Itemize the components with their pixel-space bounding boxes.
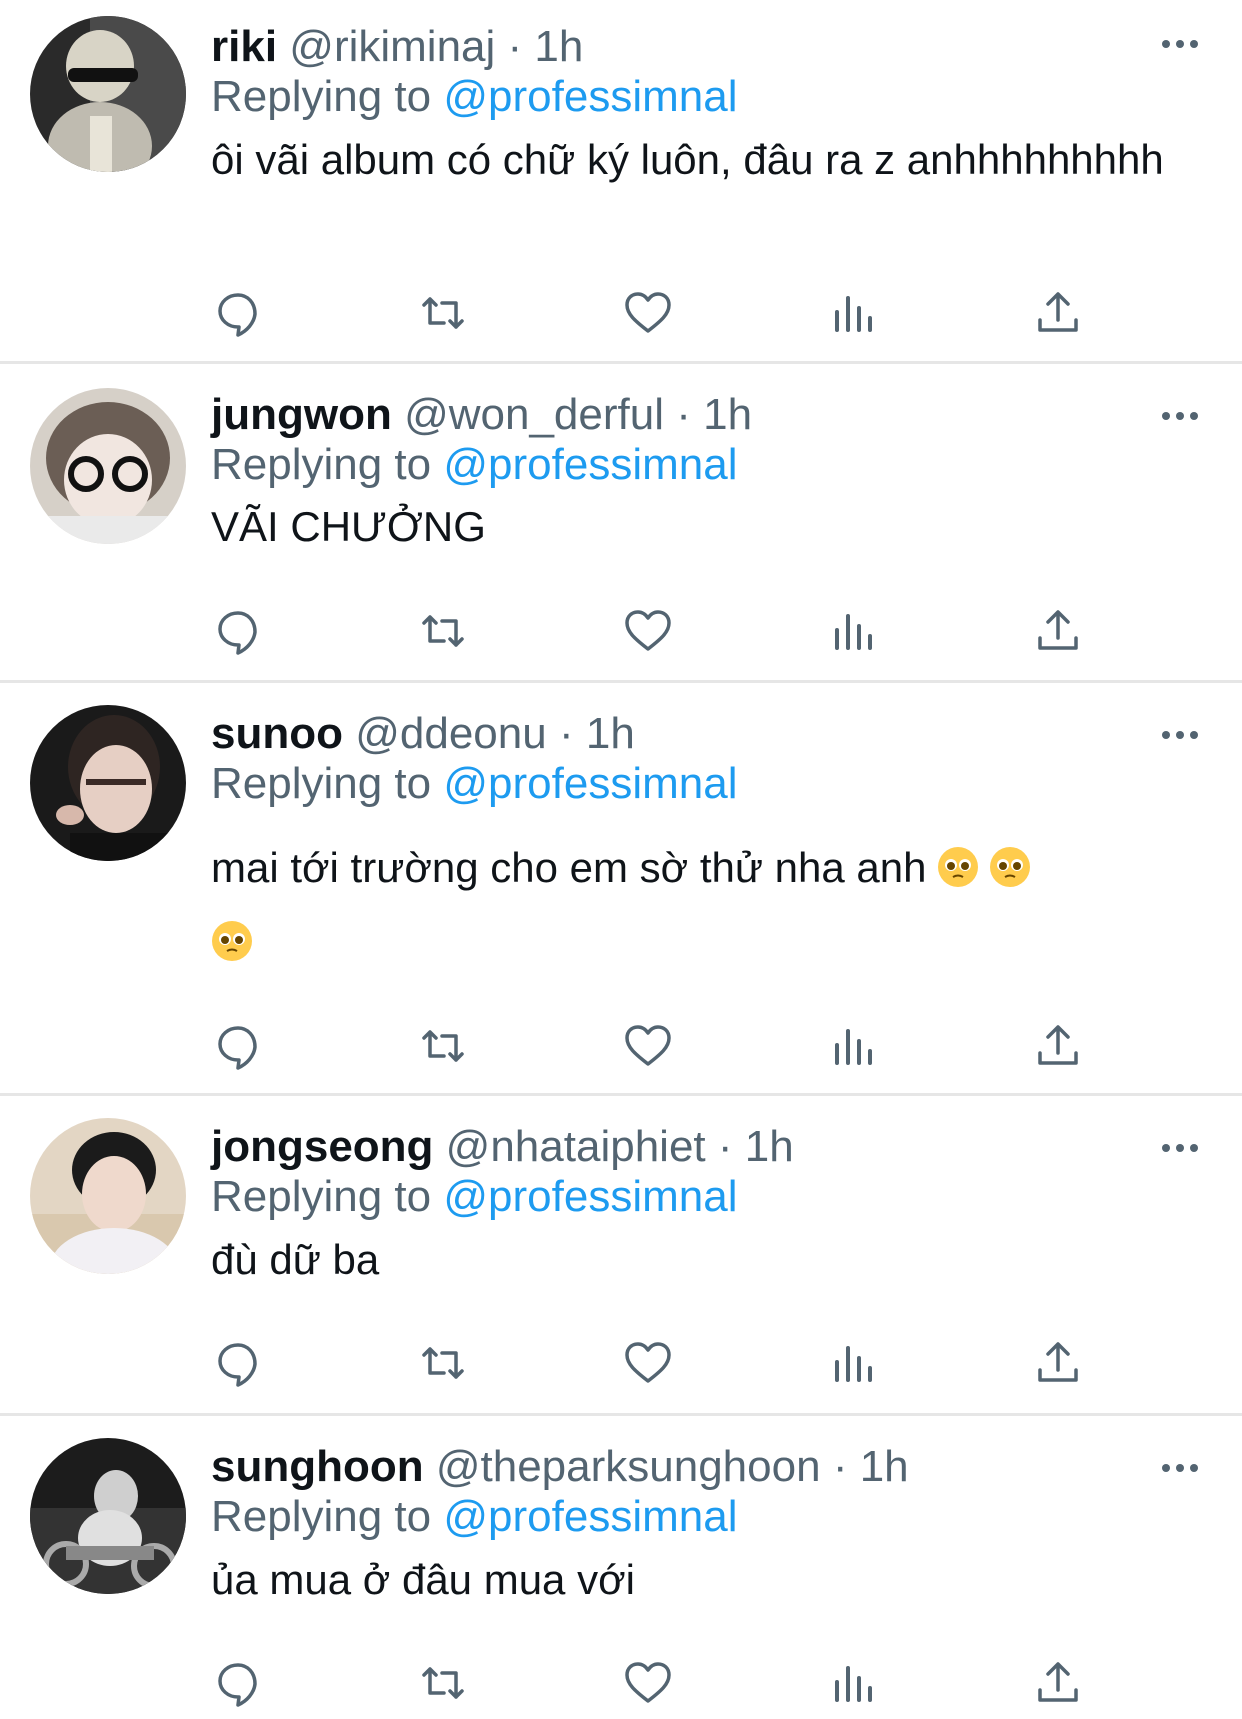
reply-icon[interactable] [213, 1021, 263, 1071]
tweet-actions [210, 1658, 1110, 1708]
retweet-icon[interactable] [418, 288, 468, 338]
share-icon[interactable] [1033, 606, 1083, 656]
reply-icon[interactable] [213, 1338, 263, 1388]
reply-tweet[interactable]: riki @rikiminaj · 1h Replying to @profes… [0, 0, 1242, 360]
pleading-face-emoji [937, 847, 978, 887]
retweet-icon[interactable] [418, 1338, 468, 1388]
mention-link[interactable]: @professimnal [443, 1492, 737, 1541]
retweet-icon[interactable] [418, 1021, 468, 1071]
user-handle[interactable]: @nhataiphiet [446, 1122, 706, 1171]
tweet-actions [210, 1021, 1110, 1071]
replying-to-label: Replying to [211, 1172, 432, 1221]
timestamp[interactable]: 1h [586, 709, 635, 758]
display-name[interactable]: sunghoon [211, 1442, 424, 1491]
tweet-header: riki @rikiminaj · 1h [211, 20, 583, 74]
share-icon[interactable] [1033, 1658, 1083, 1708]
tweet-text: VÃI CHƯỞNG [211, 503, 486, 550]
like-icon[interactable] [623, 1338, 673, 1388]
analytics-icon[interactable] [828, 1658, 878, 1708]
reply-tweet[interactable]: jongseong @nhataiphiet · 1h Replying to … [0, 1096, 1242, 1413]
timestamp[interactable]: 1h [703, 390, 752, 439]
replying-to: Replying to @professimnal [211, 1170, 737, 1224]
avatar[interactable] [30, 388, 186, 544]
reply-tweet[interactable]: jungwon @won_derful · 1h Replying to @pr… [0, 364, 1242, 680]
timestamp[interactable]: 1h [745, 1122, 794, 1171]
user-handle[interactable]: @rikiminaj [289, 22, 495, 71]
tweet-header: sunoo @ddeonu · 1h [211, 707, 635, 761]
separator-dot: · [832, 1442, 848, 1491]
tweet-text: đù dữ ba [211, 1236, 380, 1283]
more-options-icon[interactable] [1160, 725, 1200, 745]
tweet-text: ôi vãi album có chữ ký luôn, đâu ra z an… [211, 136, 1164, 183]
avatar[interactable] [30, 705, 186, 861]
tweet-text: ủa mua ở đâu mua với [211, 1556, 635, 1603]
like-icon[interactable] [623, 1658, 673, 1708]
display-name[interactable]: sunoo [211, 709, 343, 758]
display-name[interactable]: jungwon [211, 390, 392, 439]
replying-to-label: Replying to [211, 759, 432, 808]
replying-to-label: Replying to [211, 72, 432, 121]
replying-to-label: Replying to [211, 440, 432, 489]
pleading-face-emoji [212, 921, 252, 961]
reply-icon[interactable] [213, 606, 263, 656]
display-name[interactable]: riki [211, 22, 277, 71]
replying-to-label: Replying to [211, 1492, 432, 1541]
mention-link[interactable]: @professimnal [443, 440, 737, 489]
more-options-icon[interactable] [1160, 34, 1200, 54]
analytics-icon[interactable] [828, 1021, 878, 1071]
timestamp[interactable]: 1h [534, 22, 583, 71]
timestamp[interactable]: 1h [860, 1442, 909, 1491]
reply-tweet[interactable]: sunoo @ddeonu · 1h Replying to @professi… [0, 683, 1242, 1093]
more-options-icon[interactable] [1160, 1138, 1200, 1158]
separator-dot: · [717, 1122, 733, 1171]
user-handle[interactable]: @won_derful [404, 390, 664, 439]
analytics-icon[interactable] [828, 288, 878, 338]
tweet-actions [210, 1338, 1110, 1388]
mention-link[interactable]: @professimnal [443, 72, 737, 121]
display-name[interactable]: jongseong [211, 1122, 433, 1171]
user-handle[interactable]: @theparksunghoon [436, 1442, 821, 1491]
user-handle[interactable]: @ddeonu [355, 709, 547, 758]
replying-to: Replying to @professimnal [211, 757, 737, 811]
replying-to: Replying to @professimnal [211, 70, 737, 124]
mention-link[interactable]: @professimnal [443, 1172, 737, 1221]
analytics-icon[interactable] [828, 606, 878, 656]
more-options-icon[interactable] [1160, 1458, 1200, 1478]
pleading-face-emoji [989, 847, 1030, 887]
tweet-header: sunghoon @theparksunghoon · 1h [211, 1440, 909, 1494]
like-icon[interactable] [623, 1021, 673, 1071]
tweet-actions [210, 606, 1110, 656]
more-options-icon[interactable] [1160, 406, 1200, 426]
mention-link[interactable]: @professimnal [443, 759, 737, 808]
separator-dot: · [676, 390, 691, 439]
like-icon[interactable] [623, 288, 673, 338]
share-icon[interactable] [1033, 288, 1083, 338]
tweet-text-content: mai tới trường cho em sờ thử nha anh [211, 844, 927, 891]
reply-tweet[interactable]: sunghoon @theparksunghoon · 1h Replying … [0, 1416, 1242, 1719]
separator-dot: · [558, 709, 574, 758]
replying-to: Replying to @professimnal [211, 438, 737, 492]
avatar[interactable] [30, 1438, 186, 1594]
share-icon[interactable] [1033, 1338, 1083, 1388]
replying-to: Replying to @professimnal [211, 1490, 737, 1544]
share-icon[interactable] [1033, 1021, 1083, 1071]
analytics-icon[interactable] [828, 1338, 878, 1388]
avatar[interactable] [30, 1118, 186, 1274]
tweet-actions [210, 288, 1110, 338]
tweet-header: jungwon @won_derful · 1h [211, 388, 752, 442]
reply-icon[interactable] [213, 1658, 263, 1708]
tweet-header: jongseong @nhataiphiet · 1h [211, 1120, 794, 1174]
avatar[interactable] [30, 16, 186, 172]
reply-icon[interactable] [213, 288, 263, 338]
separator-dot: · [507, 22, 523, 71]
like-icon[interactable] [623, 606, 673, 656]
retweet-icon[interactable] [418, 1658, 468, 1708]
tweet-text: mai tới trường cho em sờ thử nha anh [211, 831, 1151, 979]
retweet-icon[interactable] [418, 606, 468, 656]
